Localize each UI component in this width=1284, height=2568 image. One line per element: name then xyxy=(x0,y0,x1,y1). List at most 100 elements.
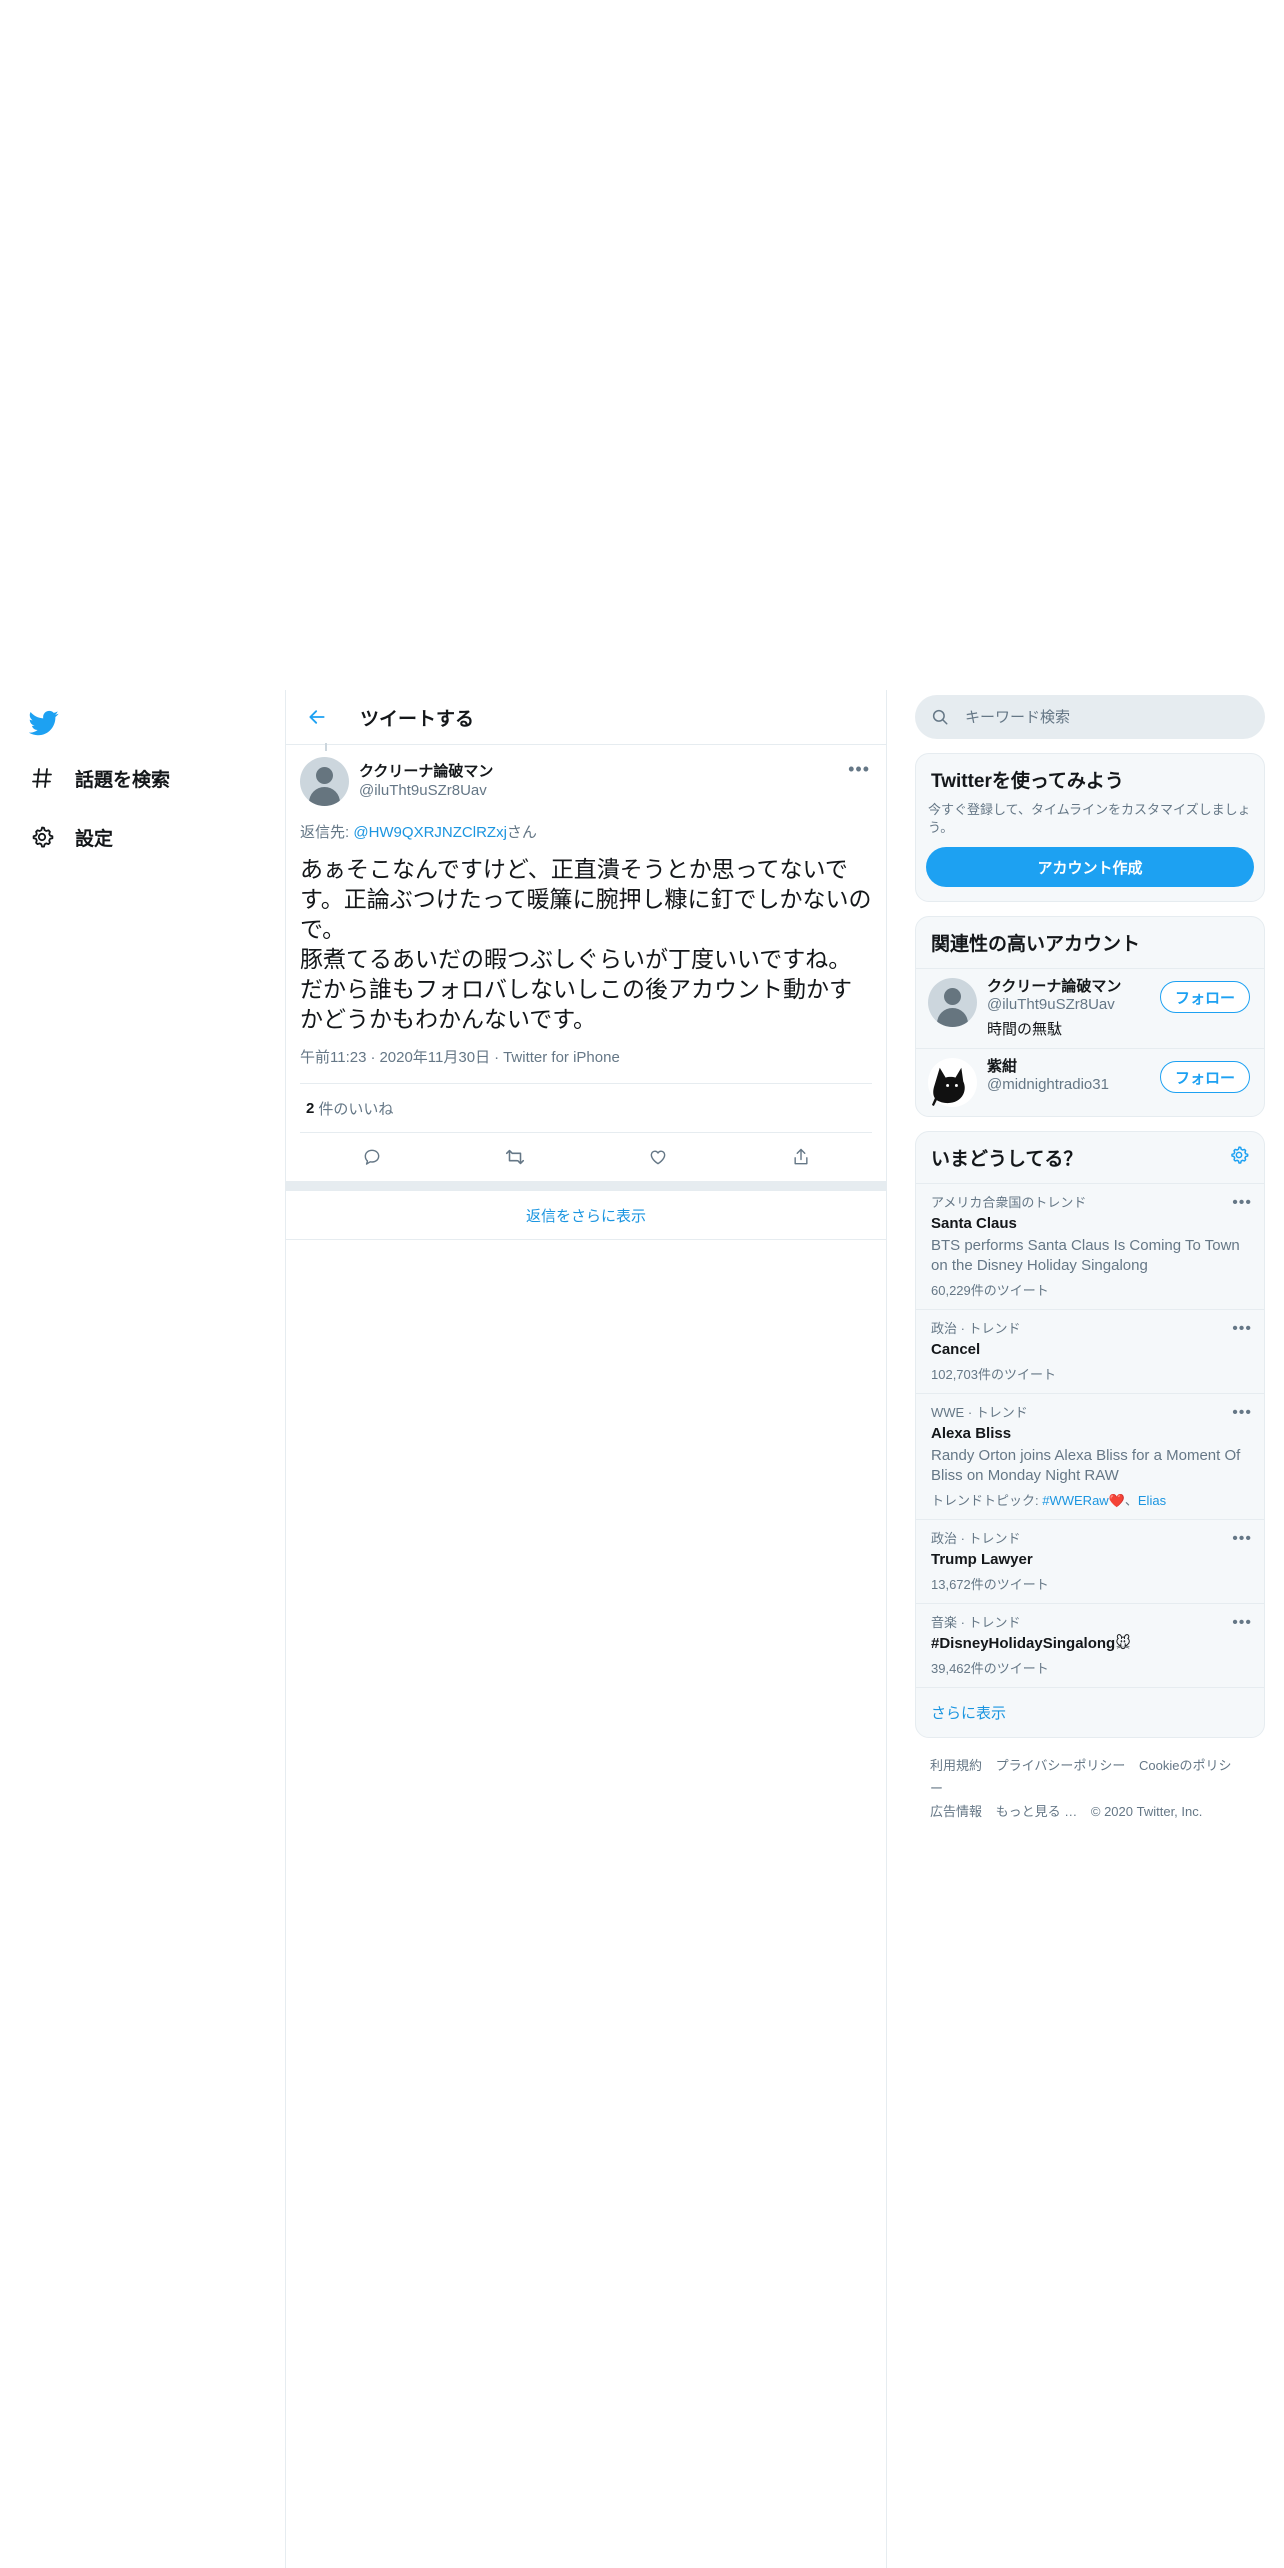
account-item[interactable]: 紫紺 @midnightradio31 フォロー xyxy=(916,1048,1264,1116)
tweet-author[interactable]: ククリーナ論破マン @iluTht9uSZr8Uav xyxy=(300,745,872,807)
more-options-icon[interactable]: ••• xyxy=(848,759,870,780)
account-name[interactable]: 紫紺 xyxy=(987,1058,1109,1076)
tweet: ククリーナ論破マン @iluTht9uSZr8Uav ••• 返信先: @HW9… xyxy=(286,743,886,1181)
show-more-trends-button[interactable]: さらに表示 xyxy=(916,1687,1264,1737)
footer-link[interactable]: プライバシーポリシー xyxy=(996,1758,1126,1773)
back-button[interactable] xyxy=(304,704,330,730)
trend-item[interactable]: 政治 · トレンド Trump Lawyer 13,672件のツイート ••• xyxy=(916,1519,1264,1603)
more-options-icon[interactable]: ••• xyxy=(1232,1320,1252,1338)
like-number: 2 xyxy=(306,1099,315,1117)
separator: · xyxy=(494,1049,500,1066)
trend-context: アメリカ合衆国のトレンド xyxy=(931,1195,1087,1210)
trend-item[interactable]: WWE · トレンド Alexa Bliss Randy Orton joins… xyxy=(916,1393,1264,1519)
trend-topic-link[interactable]: Elias xyxy=(1138,1493,1166,1508)
avatar[interactable] xyxy=(300,756,349,806)
trend-topics: トレンドトピック: #WWERaw❤️、Elias xyxy=(931,1493,1167,1508)
reply-to: 返信先: @HW9QXRJNZClRZxjさん xyxy=(300,821,872,842)
author-handle[interactable]: @iluTht9uSZr8Uav xyxy=(359,781,493,800)
hashtag-icon xyxy=(29,765,55,791)
author-name[interactable]: ククリーナ論破マン xyxy=(359,762,493,781)
account-bio: 時間の無駄 xyxy=(987,1021,1063,1038)
black-cat-icon xyxy=(931,1067,965,1107)
twitter-bird-icon[interactable] xyxy=(28,708,63,738)
trend-name: #DisneyHolidaySingalong🐭 xyxy=(931,1635,1131,1652)
trend-name: Trump Lawyer xyxy=(931,1551,1033,1568)
reply-icon xyxy=(364,1149,379,1165)
tweet-meta: 午前11:23 · 2020年11月30日 · Twitter for iPhone xyxy=(300,1046,872,1084)
related-accounts-card: 関連性の高いアカウント ククリーナ論破マン @iluTht9uSZr8Uav 時… xyxy=(915,916,1265,1117)
tweet-text: あぁそこなんですけど、正直潰そうとか思ってないです。正論ぶつけたって暖簾に腕押し… xyxy=(300,856,872,1032)
arrow-left-icon xyxy=(309,710,325,724)
nav-item-explore[interactable]: 話題を検索 xyxy=(29,756,170,800)
right-sidebar: Twitterを使ってみよう 今すぐ登録して、タイムラインをカスタマイズしましょ… xyxy=(915,690,1265,1839)
trend-item[interactable]: 政治 · トレンド Cancel 102,703件のツイート ••• xyxy=(916,1309,1264,1393)
trend-name: Santa Claus xyxy=(931,1215,1017,1232)
account-item[interactable]: ククリーナ論破マン @iluTht9uSZr8Uav 時間の無駄 フォロー xyxy=(916,968,1264,1048)
more-options-icon[interactable]: ••• xyxy=(1232,1614,1252,1632)
trend-item[interactable]: 音楽 · トレンド #DisneyHolidaySingalong🐭 39,46… xyxy=(916,1603,1264,1687)
trend-description: BTS performs Santa Claus Is Coming To To… xyxy=(931,1237,1240,1274)
trends-card: いまどうしてる？ アメリカ合衆国のトレンド Santa Claus BTS pe… xyxy=(915,1131,1265,1738)
nav-item-settings[interactable]: 設定 xyxy=(29,815,113,859)
show-more-replies-button[interactable]: 返信をさらに表示 xyxy=(286,1191,886,1240)
trends-header: いまどうしてる？ xyxy=(916,1132,1264,1183)
share-icon xyxy=(793,1148,808,1165)
thread-connector xyxy=(325,743,327,751)
signup-card: Twitterを使ってみよう 今すぐ登録して、タイムラインをカスタマイズしましょ… xyxy=(915,753,1265,902)
trend-context: 音楽 · トレンド xyxy=(931,1615,1021,1630)
avatar[interactable] xyxy=(928,978,977,1027)
trend-description: Randy Orton joins Alexa Bliss for a Mome… xyxy=(931,1447,1241,1484)
tweet-source[interactable]: Twitter for iPhone xyxy=(503,1049,620,1066)
like-button[interactable] xyxy=(646,1145,670,1169)
likes-count[interactable]: 2 件のいいね xyxy=(300,1084,872,1133)
trend-count: 60,229件のツイート xyxy=(931,1283,1049,1298)
gear-icon xyxy=(29,824,55,850)
tweet-time[interactable]: 午前11:23 xyxy=(300,1049,366,1066)
trends-title: いまどうしてる？ xyxy=(931,1149,1083,1170)
trend-name: Alexa Bliss xyxy=(931,1425,1012,1442)
signup-title: Twitterを使ってみよう xyxy=(931,771,1124,792)
footer-link[interactable]: もっと見る … xyxy=(996,1804,1078,1819)
settings-gear-icon[interactable] xyxy=(1229,1145,1249,1170)
divider xyxy=(286,1181,886,1191)
reply-to-link[interactable]: @HW9QXRJNZClRZxj xyxy=(353,824,507,841)
like-label: 件のいいね xyxy=(318,1100,394,1118)
follow-button[interactable]: フォロー xyxy=(1159,981,1250,1013)
trend-count: 39,462件のツイート xyxy=(931,1661,1049,1676)
trend-topic-link[interactable]: #WWERaw❤️ xyxy=(1042,1493,1125,1508)
trend-context: 政治 · トレンド xyxy=(931,1531,1021,1546)
retweet-button[interactable] xyxy=(503,1145,527,1169)
account-handle: @iluTht9uSZr8Uav xyxy=(987,996,1115,1013)
heart-icon xyxy=(650,1150,665,1165)
avatar[interactable] xyxy=(928,1058,977,1107)
reply-button[interactable] xyxy=(360,1145,384,1169)
main-column: ツイートする ククリーナ論破マン @iluTht9uSZr8Uav ••• 返信… xyxy=(285,690,887,2568)
more-options-icon[interactable]: ••• xyxy=(1232,1404,1252,1422)
tweet-date[interactable]: 2020年11月30日 xyxy=(379,1049,490,1066)
trend-item[interactable]: アメリカ合衆国のトレンド Santa Claus BTS performs Sa… xyxy=(916,1183,1264,1309)
tweet-actions xyxy=(300,1133,872,1181)
separator: · xyxy=(370,1049,376,1066)
search-input[interactable] xyxy=(963,707,1227,727)
trend-name: Cancel xyxy=(931,1341,981,1358)
trend-topics-label: トレンドトピック: xyxy=(931,1493,1043,1508)
reply-to-prefix: 返信先: xyxy=(300,824,354,841)
page-header: ツイートする xyxy=(286,690,886,745)
share-button[interactable] xyxy=(789,1145,813,1169)
footer-link[interactable]: 利用規約 xyxy=(930,1758,982,1773)
footer-link[interactable]: 広告情報 xyxy=(930,1804,982,1819)
more-options-icon[interactable]: ••• xyxy=(1232,1194,1252,1212)
search-icon xyxy=(932,709,948,725)
account-name[interactable]: ククリーナ論破マン xyxy=(987,978,1121,996)
retweet-icon xyxy=(505,1149,524,1165)
search-box[interactable] xyxy=(915,695,1265,739)
reply-to-suffix: さん xyxy=(506,824,537,841)
create-account-button[interactable]: アカウント作成 xyxy=(926,847,1254,887)
trend-count: 13,672件のツイート xyxy=(931,1577,1049,1592)
copyright: © 2020 Twitter, Inc. xyxy=(1090,1804,1203,1819)
more-options-icon[interactable]: ••• xyxy=(1232,1530,1252,1548)
follow-button[interactable]: フォロー xyxy=(1159,1061,1250,1093)
related-title: 関連性の高いアカウント xyxy=(931,934,1141,955)
trend-context: 政治 · トレンド xyxy=(931,1321,1021,1336)
nav-item-label: 話題を検索 xyxy=(75,769,171,791)
